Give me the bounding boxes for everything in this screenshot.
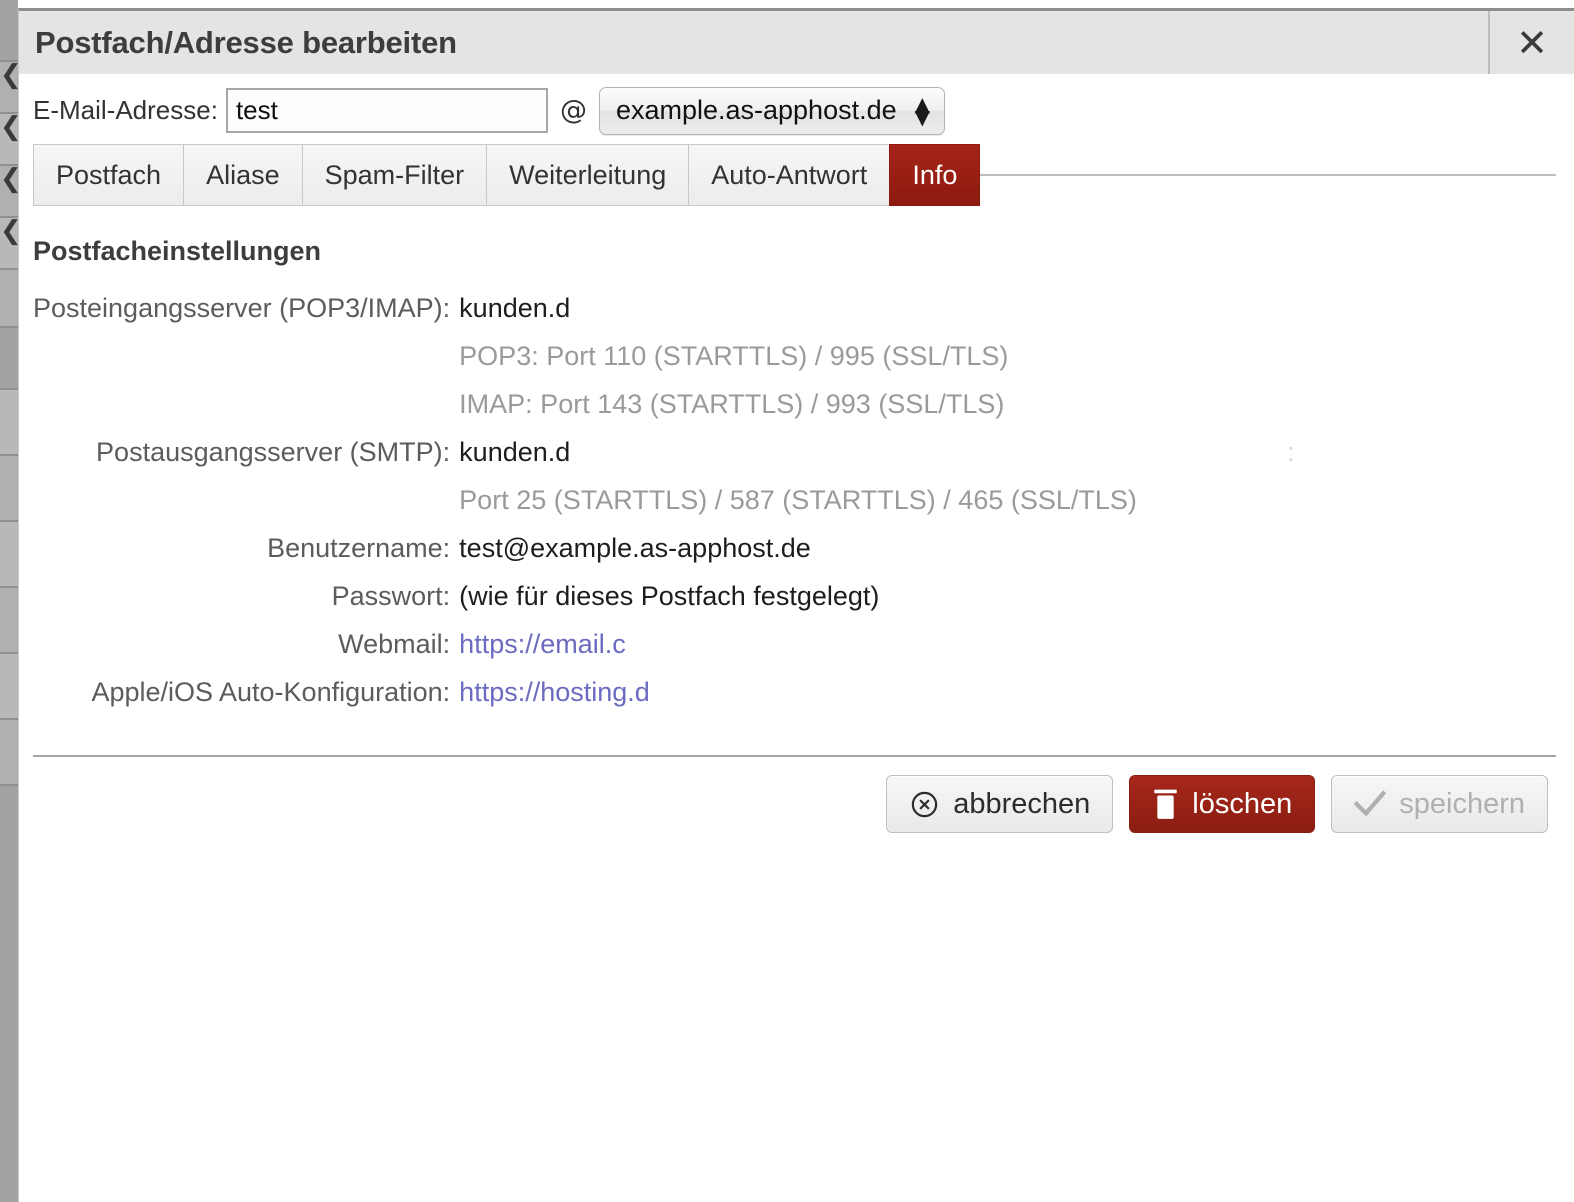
tab-label: Auto-Antwort [711,159,868,190]
save-button[interactable]: speichern [1331,775,1548,833]
checkmark-icon [1354,790,1387,818]
imap-hint-spacer [33,389,459,437]
dialog-header: Postfach/Adresse bearbeiten ✕ [19,11,1574,74]
domain-select[interactable]: example.as-apphost.de ▲ ▼ [598,86,946,135]
cancel-button[interactable]: abbrechen [886,775,1114,833]
tab-auto-antwort[interactable]: Auto-Antwort [688,144,890,206]
tab-bar: Postfach Aliase Spam-Filter Weiterleitun… [19,144,1574,206]
delete-button[interactable]: löschen [1129,775,1316,833]
table-row-password: Passwort: (wie für dieses Postfach festg… [33,581,1137,629]
tab-label: Info [912,159,958,190]
tab-weiterleitung[interactable]: Weiterleitung [486,144,689,206]
imap-ports-hint: IMAP: Port 143 (STARTTLS) / 993 (SSL/TLS… [459,389,1005,419]
tab-postfach[interactable]: Postfach [33,144,184,206]
background-row [0,390,18,456]
pop3-ports-hint: POP3: Port 110 (STARTTLS) / 995 (SSL/TLS… [459,341,1009,371]
smtp-ports-hint: Port 25 (STARTTLS) / 587 (STARTTLS) / 46… [459,485,1137,515]
cancel-button-label: abbrechen [953,787,1091,820]
table-row-incoming-server: Posteingangsserver (POP3/IMAP): kunden.d [33,293,1137,341]
trash-icon [1152,789,1179,820]
table-row-apple-config: Apple/iOS Auto-Konfiguration: https://ho… [33,677,1137,725]
webmail-link[interactable]: https://email.c [459,629,626,660]
background-page-strip: ❮ ❮ ❮ ❮ [0,0,18,1202]
apple-config-label: Apple/iOS Auto-Konfiguration: [91,677,451,707]
email-local-part-input[interactable] [225,88,548,133]
email-address-label: E-Mail-Adresse: [33,95,218,125]
info-panel: Postfacheinstellungen Posteingangsserver… [19,206,1574,725]
tab-spam-filter[interactable]: Spam-Filter [301,144,487,206]
incoming-server-label: Posteingangsserver (POP3/IMAP): [33,293,451,323]
background-row: ❮ [0,218,18,270]
username-label: Benutzername: [267,533,451,563]
background-row [0,456,18,522]
outgoing-server-host: kunden.d [459,437,571,467]
background-row [0,588,18,654]
tab-label: Postfach [56,159,162,190]
incoming-server-value: kunden.d [459,293,1137,341]
mailbox-settings-table: Posteingangsserver (POP3/IMAP): kunden.d… [33,293,1295,725]
close-button[interactable]: ✕ [1488,11,1574,74]
domain-select-value: example.as-apphost.de [615,95,897,125]
background-row [0,786,18,1202]
table-row-imap-hint: IMAP: Port 143 (STARTTLS) / 993 (SSL/TLS… [33,389,1137,437]
table-row-outgoing-server: Postausgangsserver (SMTP): kunden.d : [33,437,1295,485]
tab-info[interactable]: Info [889,144,981,206]
webmail-label: Webmail: [338,629,451,659]
dialog-title: Postfach/Adresse bearbeiten [35,24,457,60]
background-row [0,522,18,588]
email-address-row: E-Mail-Adresse: @ example.as-apphost.de … [19,74,1574,135]
background-row [0,0,18,62]
tab-label: Spam-Filter [324,159,465,190]
webmail-value: https://email.c [459,629,1137,677]
edit-mailbox-dialog: Postfach/Adresse bearbeiten ✕ E-Mail-Adr… [18,8,1574,1202]
cancel-circle-icon [909,789,940,820]
table-row-smtp-hint: Port 25 (STARTTLS) / 587 (STARTTLS) / 46… [33,485,1137,533]
password-value: (wie für dieses Postfach festgelegt) [459,581,880,611]
background-row: ❮ [0,114,18,166]
apple-config-value: https://hosting.d [459,677,1137,725]
background-row [0,720,18,786]
outgoing-server-ghost-mark: : [1287,437,1295,467]
table-row-webmail: Webmail: https://email.c [33,629,1137,677]
background-row: ❮ [0,62,18,114]
apple-config-link[interactable]: https://hosting.d [459,677,650,708]
smtp-hint-spacer [33,485,459,533]
save-button-label: speichern [1399,787,1525,820]
outgoing-server-value: kunden.d : [459,437,1295,485]
table-row-username: Benutzername: test@example.as-apphost.de [33,533,1137,581]
table-row-pop3-hint: POP3: Port 110 (STARTTLS) / 995 (SSL/TLS… [33,341,1137,389]
username-value: test@example.as-apphost.de [459,533,811,563]
pop3-hint-spacer [33,341,459,389]
background-row: ❮ [0,166,18,218]
tab-label: Aliase [206,159,280,190]
close-icon: ✕ [1516,20,1548,65]
incoming-server-host: kunden.d [459,293,571,323]
tab-label: Weiterleitung [509,159,667,190]
background-row [0,654,18,720]
background-row [0,270,18,328]
tab-aliase[interactable]: Aliase [183,144,302,206]
delete-button-label: löschen [1192,787,1293,820]
dialog-footer: abbrechen löschen speichern [19,757,1574,833]
password-label: Passwort: [331,581,451,611]
background-row [0,328,18,390]
at-symbol: @ [559,95,587,126]
section-title: Postfacheinstellungen [33,236,322,266]
spinner-up-down-icon: ▲ ▼ [914,92,931,129]
outgoing-server-label: Postausgangsserver (SMTP): [96,437,451,467]
